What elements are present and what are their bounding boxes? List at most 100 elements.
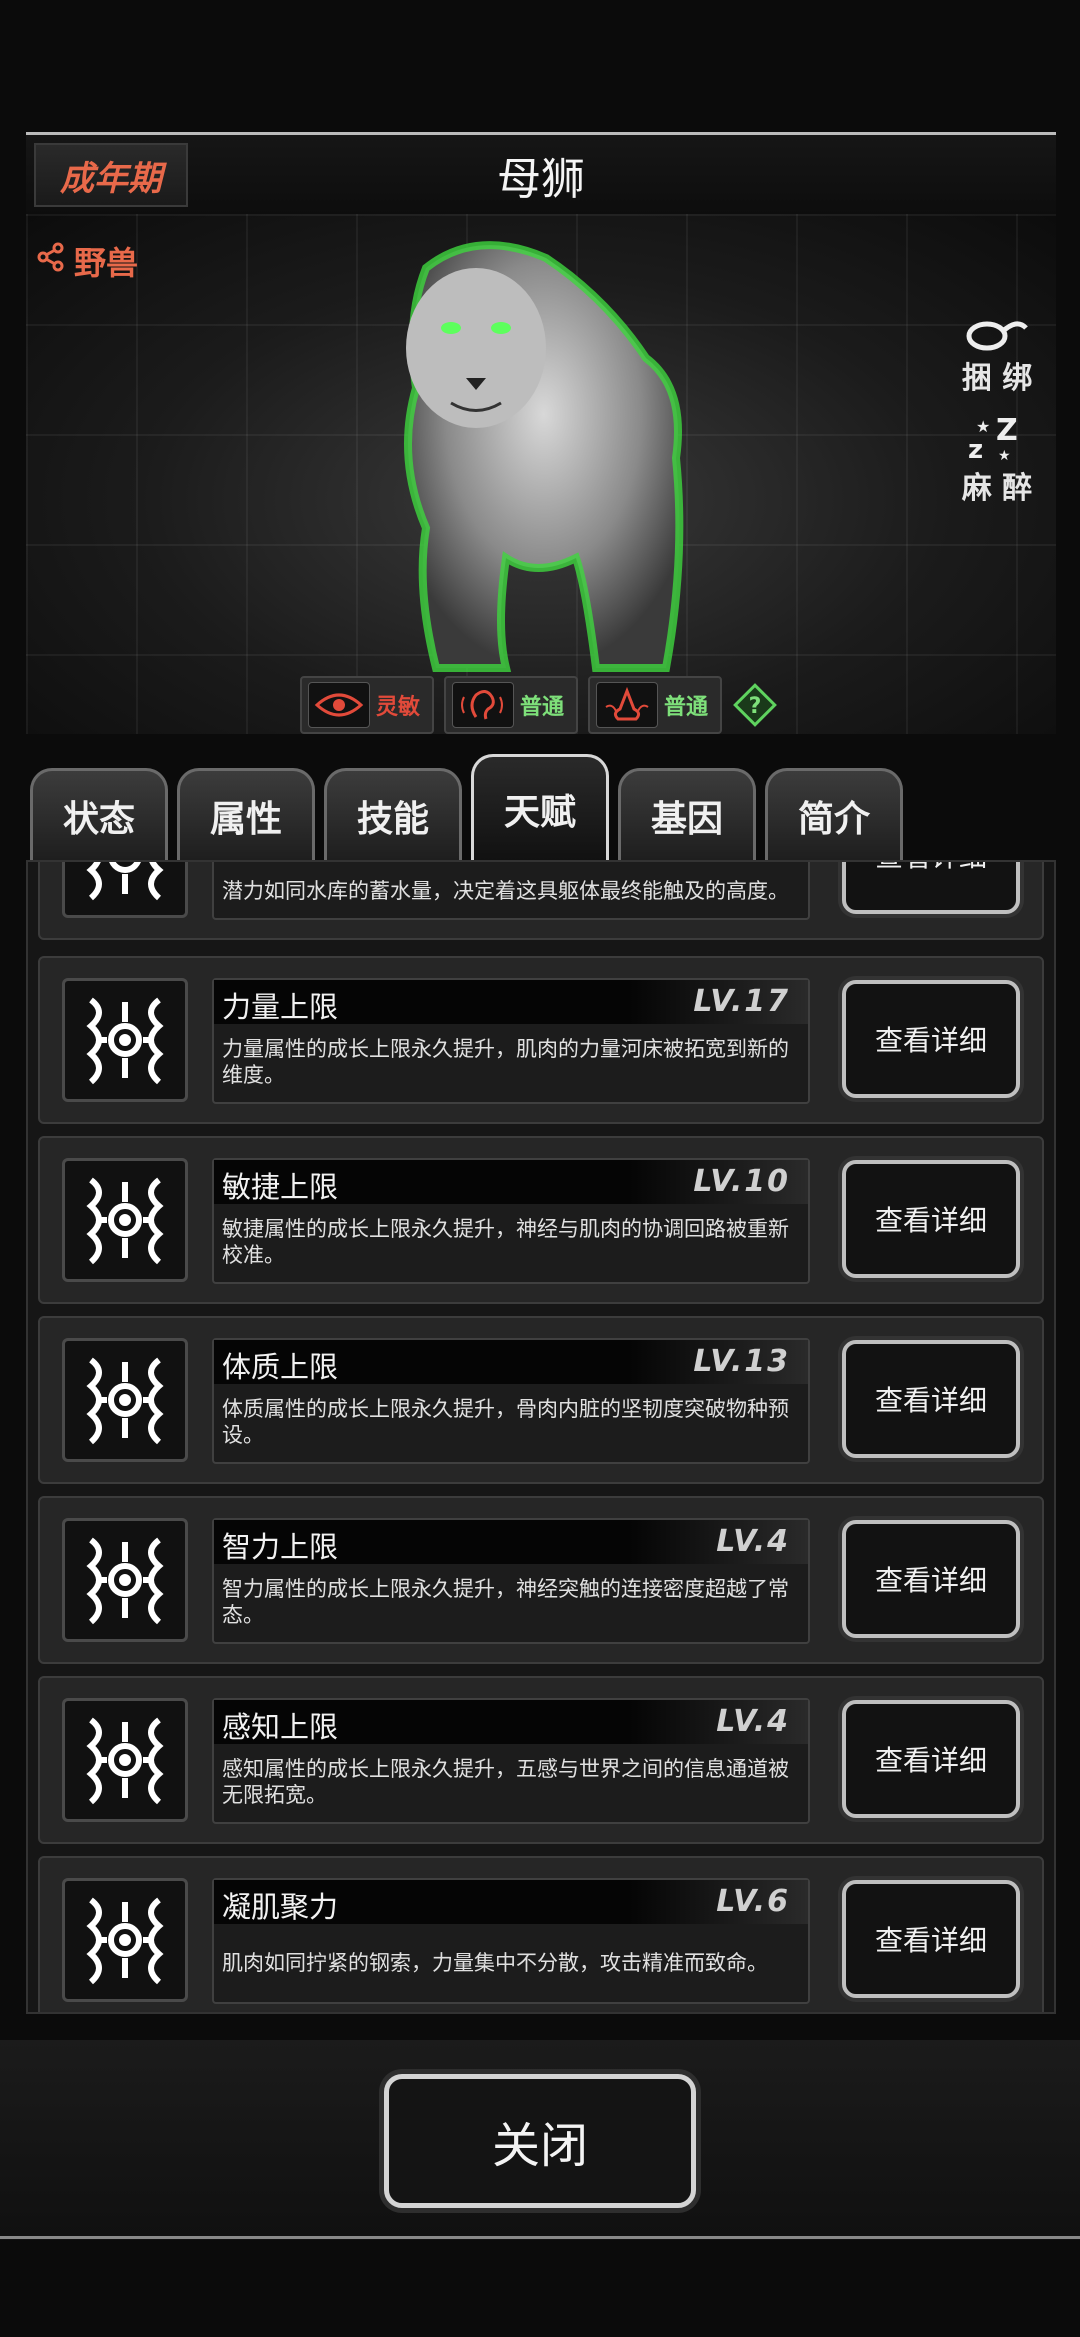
- talent-description: 体质属性的成长上限永久提升，骨肉内脏的坚韧度突破物种预设。: [222, 1397, 789, 1447]
- talent-title-bar: 体质上限 LV.13: [214, 1340, 808, 1384]
- talent-description: 感知属性的成长上限永久提升，五感与世界之间的信息通道被无限拓宽。: [222, 1757, 789, 1807]
- talent-glyph-icon: [86, 1537, 164, 1625]
- creature-category[interactable]: 野兽: [36, 238, 138, 284]
- talent-title-bar: 凝肌聚力 LV.6: [214, 1880, 808, 1924]
- view-detail-button[interactable]: 查看详细: [842, 980, 1020, 1098]
- talent-info: 体质上限 LV.13 体质属性的成长上限永久提升，骨肉内脏的坚韧度突破物种预设。: [212, 1338, 810, 1464]
- hearing-level: 普通: [520, 695, 565, 720]
- tab-attributes[interactable]: 属性: [177, 768, 315, 860]
- talent-info: 智力上限 LV.4 智力属性的成长上限永久提升，神经突触的连接密度超越了常态。: [212, 1518, 810, 1644]
- svg-text:Z: Z: [996, 414, 1018, 448]
- bind-button[interactable]: 捆 绑: [952, 314, 1042, 396]
- talent-icon-box: [62, 1698, 188, 1822]
- talent-icon-box: [62, 1878, 188, 2002]
- anesthetize-button[interactable]: z Z ★ ★ 麻 醉: [952, 413, 1042, 506]
- tab-talents[interactable]: 天赋: [471, 754, 609, 860]
- talent-glyph-icon: [86, 862, 164, 901]
- talent-card: 体质上限 LV.13 体质属性的成长上限永久提升，骨肉内脏的坚韧度突破物种预设。…: [38, 1316, 1044, 1484]
- share-icon: [36, 242, 66, 280]
- nose-icon: [596, 682, 658, 728]
- talent-card: 智力上限 LV.4 智力属性的成长上限永久提升，神经突触的连接密度超越了常态。 …: [38, 1496, 1044, 1664]
- talent-title-bar: 智力上限 LV.4: [214, 1520, 808, 1564]
- sleep-icon: z Z ★ ★: [952, 413, 1042, 472]
- talent-description: 智力属性的成长上限永久提升，神经突触的连接密度超越了常态。: [222, 1577, 789, 1627]
- talent-title: 敏捷上限: [222, 1170, 339, 1204]
- talent-glyph-icon: [86, 1717, 164, 1805]
- smell-level: 普通: [664, 695, 709, 720]
- tab-genes[interactable]: 基因: [618, 768, 756, 860]
- eye-icon: [308, 682, 370, 728]
- talent-description: 肌肉如同拧紧的钢索，力量集中不分散，攻击精准而致命。: [222, 1951, 768, 1975]
- talent-list[interactable]: 潜力如同水库的蓄水量，决定着这具躯体最终能触及的高度。 查看详细 力量上限 LV…: [26, 860, 1056, 2014]
- help-button[interactable]: ?: [732, 682, 778, 728]
- sense-traits: 灵敏 普通 普通 ?: [300, 676, 778, 734]
- tab-status[interactable]: 状态: [30, 768, 168, 860]
- view-detail-button[interactable]: 查看详细: [842, 1160, 1020, 1278]
- talent-info: 力量上限 LV.17 力量属性的成长上限永久提升，肌肉的力量河床被拓宽到新的维度…: [212, 978, 810, 1104]
- vision-trait[interactable]: 灵敏: [300, 676, 434, 734]
- view-detail-button[interactable]: 查看详细: [842, 1520, 1020, 1638]
- svg-text:z: z: [968, 435, 983, 464]
- talent-info: 感知上限 LV.4 感知属性的成长上限永久提升，五感与世界之间的信息通道被无限拓…: [212, 1698, 810, 1824]
- talent-title: 力量上限: [222, 990, 339, 1024]
- anesthetize-label-2: 醉: [1002, 471, 1033, 506]
- tab-intro[interactable]: 简介: [765, 768, 903, 860]
- talent-card: 敏捷上限 LV.10 敏捷属性的成长上限永久提升，神经与肌肉的协调回路被重新校准…: [38, 1136, 1044, 1304]
- talent-icon-box: [62, 1338, 188, 1462]
- tab-skills[interactable]: 技能: [324, 768, 462, 860]
- talent-title-bar: 力量上限 LV.17: [214, 980, 808, 1024]
- creature-portrait-area: 野兽 捆 绑 z Z ★ ★ 麻 醉: [26, 214, 1056, 734]
- talent-level: LV.17: [693, 984, 790, 1019]
- talent-title-bar: 敏捷上限 LV.10: [214, 1160, 808, 1204]
- talent-info: 敏捷上限 LV.10 敏捷属性的成长上限永久提升，神经与肌肉的协调回路被重新校准…: [212, 1158, 810, 1284]
- talent-glyph-icon: [86, 997, 164, 1085]
- vision-level: 灵敏: [376, 695, 421, 720]
- talent-icon-box: [62, 862, 188, 918]
- anesthetize-label-1: 麻: [961, 471, 992, 506]
- svg-text:★: ★: [976, 417, 990, 436]
- talent-card: 潜力如同水库的蓄水量，决定着这具躯体最终能触及的高度。 查看详细: [38, 862, 1044, 940]
- hearing-trait[interactable]: 普通: [444, 676, 578, 734]
- close-button[interactable]: 关闭: [384, 2074, 696, 2208]
- talent-level: LV.13: [693, 1344, 790, 1379]
- svg-text:★: ★: [998, 448, 1011, 464]
- view-detail-button[interactable]: 查看详细: [842, 862, 1020, 914]
- svg-text:?: ?: [749, 694, 762, 719]
- lioness-portrait: [404, 241, 684, 672]
- talent-description: 潜力如同水库的蓄水量，决定着这具躯体最终能触及的高度。: [222, 879, 789, 903]
- category-label: 野兽: [74, 244, 139, 282]
- talent-level: LV.4: [716, 1524, 790, 1559]
- talent-description: 敏捷属性的成长上限永久提升，神经与肌肉的协调回路被重新校准。: [222, 1217, 789, 1267]
- talent-icon-box: [62, 1518, 188, 1642]
- rope-icon: [952, 314, 1042, 362]
- view-detail-button[interactable]: 查看详细: [842, 1880, 1020, 1998]
- ear-icon: [452, 682, 514, 728]
- talent-level: LV.10: [693, 1164, 790, 1199]
- talent-title: 感知上限: [222, 1710, 339, 1744]
- talent-glyph-icon: [86, 1897, 164, 1985]
- talent-title-bar: 感知上限 LV.4: [214, 1700, 808, 1744]
- footer-divider: [0, 2236, 1080, 2239]
- view-detail-button[interactable]: 查看详细: [842, 1340, 1020, 1458]
- bind-label-2: 绑: [1002, 361, 1033, 396]
- talent-card: 凝肌聚力 LV.6 肌肉如同拧紧的钢索，力量集中不分散，攻击精准而致命。 查看详…: [38, 1856, 1044, 2012]
- talent-title: 智力上限: [222, 1530, 339, 1564]
- talent-title: 凝肌聚力: [222, 1890, 339, 1924]
- bind-label-1: 捆: [961, 361, 992, 396]
- question-icon: ?: [733, 683, 777, 727]
- talent-info: 潜力如同水库的蓄水量，决定着这具躯体最终能触及的高度。: [212, 862, 810, 920]
- talent-info: 凝肌聚力 LV.6 肌肉如同拧紧的钢索，力量集中不分散，攻击精准而致命。: [212, 1878, 810, 2004]
- header-bar: 成年期 母狮: [26, 132, 1056, 218]
- tab-bar: 状态 属性 技能 天赋 基因 简介: [0, 740, 1080, 860]
- talent-title: 体质上限: [222, 1350, 339, 1384]
- talent-level: LV.6: [716, 1884, 790, 1919]
- talent-description: 力量属性的成长上限永久提升，肌肉的力量河床被拓宽到新的维度。: [222, 1037, 789, 1087]
- talent-icon-box: [62, 978, 188, 1102]
- talent-card: 感知上限 LV.4 感知属性的成长上限永久提升，五感与世界之间的信息通道被无限拓…: [38, 1676, 1044, 1844]
- smell-trait[interactable]: 普通: [588, 676, 722, 734]
- view-detail-button[interactable]: 查看详细: [842, 1700, 1020, 1818]
- creature-name: 母狮: [497, 154, 585, 205]
- talent-icon-box: [62, 1158, 188, 1282]
- talent-glyph-icon: [86, 1357, 164, 1445]
- talent-glyph-icon: [86, 1177, 164, 1265]
